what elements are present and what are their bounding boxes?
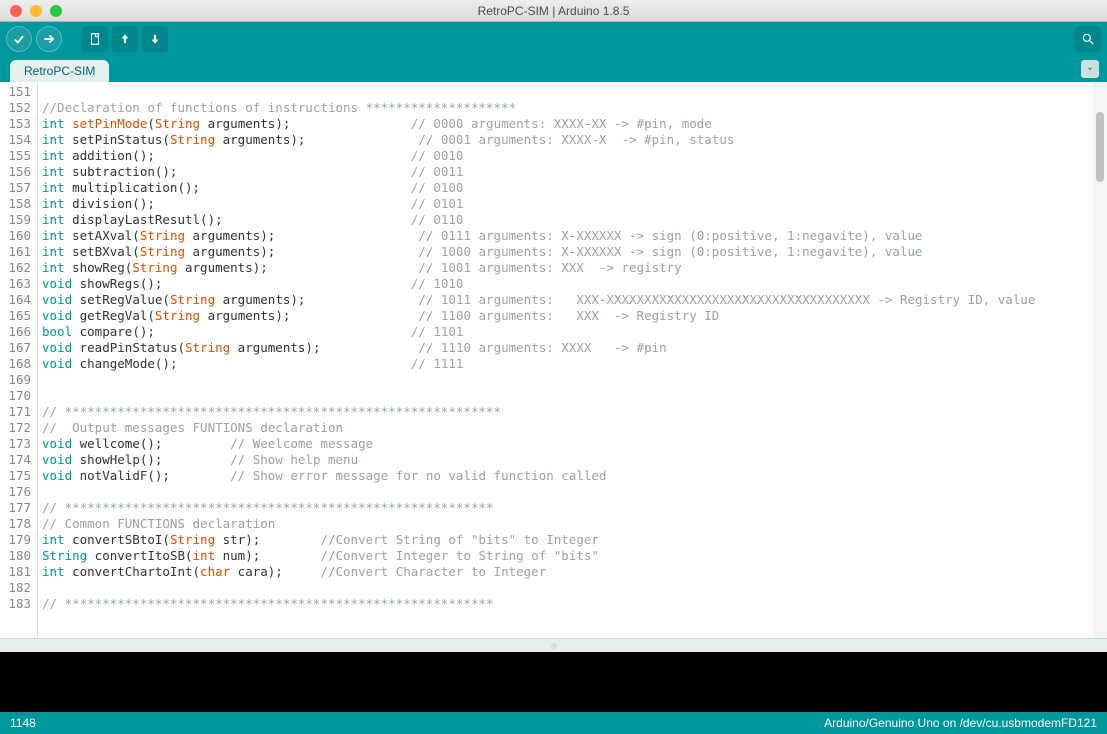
window-titlebar: RetroPC-SIM | Arduino 1.8.5 xyxy=(0,0,1107,22)
zoom-window-button[interactable] xyxy=(50,5,62,17)
toolbar xyxy=(0,22,1107,56)
line-number-gutter: 151 152 153 154 155 156 157 158 159 160 … xyxy=(0,82,38,638)
status-bar: 1148 Arduino/Genuino Uno on /dev/cu.usbm… xyxy=(0,712,1107,734)
window-title: RetroPC-SIM | Arduino 1.8.5 xyxy=(478,4,630,18)
tab-menu-button[interactable] xyxy=(1081,60,1099,78)
save-button[interactable] xyxy=(142,26,168,52)
serial-monitor-button[interactable] xyxy=(1075,26,1101,52)
horizontal-resize-strip[interactable] xyxy=(0,638,1107,652)
close-window-button[interactable] xyxy=(10,5,22,17)
status-line-count: 1148 xyxy=(10,716,36,730)
verify-button[interactable] xyxy=(6,26,32,52)
sketch-tab[interactable]: RetroPC-SIM xyxy=(10,60,109,82)
scroll-thumb[interactable] xyxy=(1096,112,1104,182)
new-button[interactable] xyxy=(82,26,108,52)
code-area[interactable]: //Declaration of functions of instructio… xyxy=(38,82,1093,638)
open-button[interactable] xyxy=(112,26,138,52)
output-console[interactable] xyxy=(0,652,1107,712)
code-editor[interactable]: 151 152 153 154 155 156 157 158 159 160 … xyxy=(0,82,1107,638)
tab-strip: RetroPC-SIM xyxy=(0,56,1107,82)
vertical-scrollbar[interactable] xyxy=(1093,82,1107,638)
status-board-port: Arduino/Genuino Uno on /dev/cu.usbmodemF… xyxy=(824,716,1097,730)
upload-button[interactable] xyxy=(36,26,62,52)
minimize-window-button[interactable] xyxy=(30,5,42,17)
